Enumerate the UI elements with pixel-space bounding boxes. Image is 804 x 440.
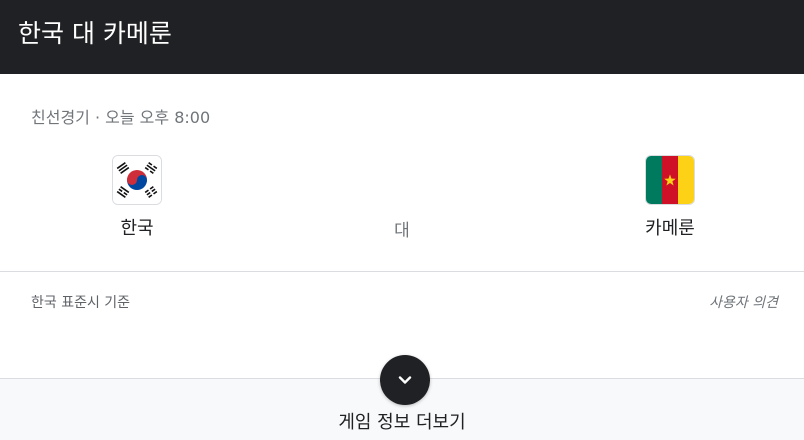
chevron-down-icon (398, 376, 412, 384)
team-home-name[interactable]: 한국 (77, 214, 197, 240)
versus-label: 대 (394, 221, 410, 241)
cameroon-flag-icon (645, 155, 695, 205)
south-korea-flag-icon (112, 155, 162, 205)
expand-more-button[interactable] (380, 355, 430, 405)
section-divider (0, 271, 804, 272)
team-away-name[interactable]: 카메룬 (610, 214, 730, 240)
timezone-note: 한국 표준시 기준 (31, 295, 131, 311)
page-title: 한국 대 카메룬 (18, 19, 172, 48)
more-info-link[interactable]: 게임 정보 더보기 (0, 408, 804, 434)
team-away[interactable]: 카메룬 (610, 155, 730, 240)
feedback-link[interactable]: 사용자 의견 (709, 292, 778, 312)
header-bar: 한국 대 카메룬 (0, 0, 804, 74)
team-home[interactable]: 한국 (77, 155, 197, 240)
match-meta: 친선경기 · 오늘 오후 8:00 (31, 108, 211, 127)
